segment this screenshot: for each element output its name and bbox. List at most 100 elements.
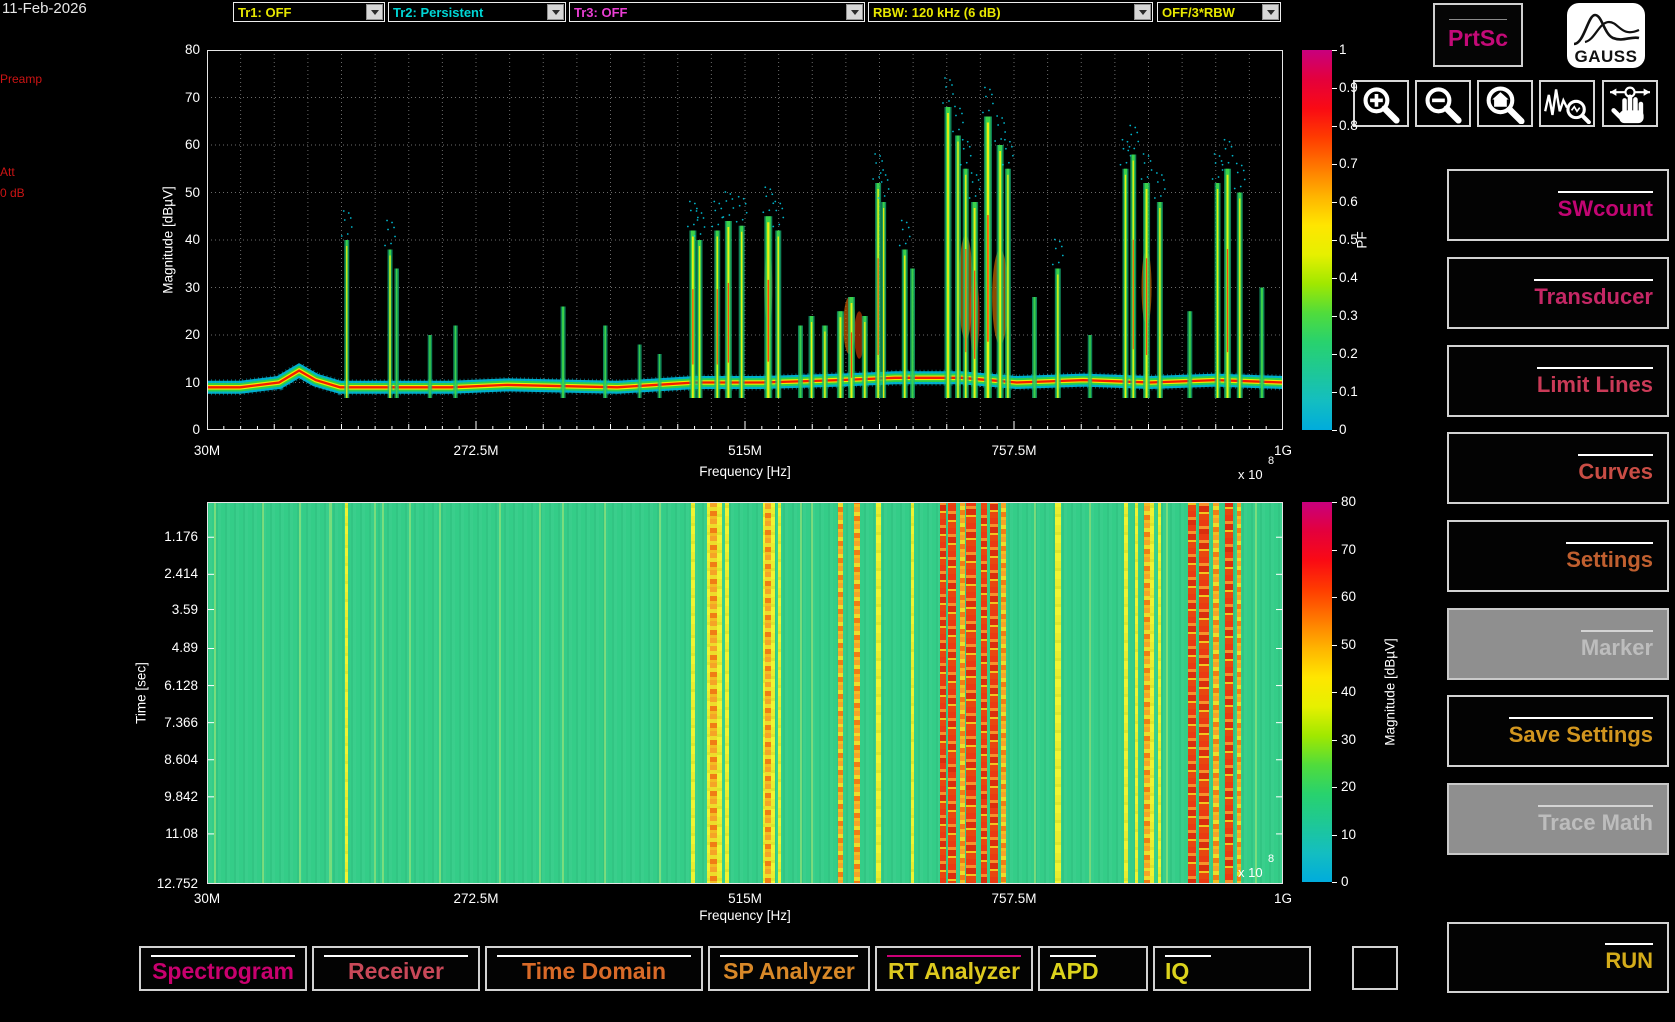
zoom-signal-icon bbox=[1543, 84, 1591, 124]
gauss-logo: GAUSS bbox=[1567, 3, 1645, 68]
trace1-dropdown-value: Tr1: OFF bbox=[234, 5, 366, 20]
x-tick-label: 757.5M bbox=[969, 891, 1059, 906]
y-tick-label: 20 bbox=[150, 327, 200, 342]
tab-label: APD bbox=[1050, 960, 1136, 983]
sidebar-button-trace-math: Trace Math bbox=[1447, 783, 1669, 855]
tab-iq[interactable]: IQ bbox=[1153, 946, 1311, 991]
time-tick-label: 9.842 bbox=[128, 789, 198, 804]
sidebar-button-swcount[interactable]: SWcount bbox=[1447, 169, 1669, 241]
persistence-spectrum-plot[interactable] bbox=[207, 50, 1283, 430]
colorbar-tick-label: 20 bbox=[1341, 779, 1356, 794]
x-tick-label: 30M bbox=[162, 443, 252, 458]
zoom-in-icon bbox=[1359, 84, 1403, 124]
colorbar-tick-label: 0 bbox=[1339, 422, 1347, 437]
zoom-signal-button[interactable] bbox=[1539, 80, 1595, 127]
tab-label: Time Domain bbox=[497, 960, 691, 983]
button-underline bbox=[1534, 279, 1653, 281]
x-tick-label: 757.5M bbox=[969, 443, 1059, 458]
trace1-dropdown[interactable]: Tr1: OFF bbox=[233, 2, 385, 22]
tab-sp-analyzer[interactable]: SP Analyzer bbox=[708, 946, 870, 991]
print-screen-label: PrtSc bbox=[1448, 25, 1508, 52]
dropdown-arrow-button[interactable] bbox=[846, 4, 863, 20]
y-tick-label: 70 bbox=[150, 90, 200, 105]
tab-time-domain[interactable]: Time Domain bbox=[485, 946, 703, 991]
print-screen-button[interactable]: PrtSc bbox=[1433, 3, 1523, 67]
tab-label: SP Analyzer bbox=[720, 960, 858, 983]
button-label: Marker bbox=[1581, 637, 1653, 659]
zoom-out-button[interactable] bbox=[1415, 80, 1471, 127]
button-inner: Curves bbox=[1578, 454, 1653, 483]
tab-apd[interactable]: APD bbox=[1038, 946, 1148, 991]
tab-underline bbox=[1165, 955, 1211, 957]
colorbar-tick-mark bbox=[1332, 740, 1337, 741]
dropdown-arrow-button[interactable] bbox=[1262, 4, 1279, 20]
colorbar-tick-label: 0.8 bbox=[1339, 118, 1358, 133]
app-window: 11-Feb-2026 Tr1: OFF Tr2: Persistent Tr3… bbox=[0, 0, 1675, 1022]
x-tick-label: 30M bbox=[162, 891, 252, 906]
colorbar-tick-label: 0.2 bbox=[1339, 346, 1358, 361]
colorbar-tick-label: 40 bbox=[1341, 684, 1356, 699]
tab-label: Spectrogram bbox=[151, 960, 295, 983]
colorbar-tick-label: 0.3 bbox=[1339, 308, 1358, 323]
dropdown-arrow-button[interactable] bbox=[1134, 4, 1151, 20]
button-label: SWcount bbox=[1558, 198, 1653, 220]
sidebar-button-curves[interactable]: Curves bbox=[1447, 432, 1669, 504]
button-inner: Marker bbox=[1581, 630, 1653, 659]
sidebar-button-settings[interactable]: Settings bbox=[1447, 520, 1669, 592]
spectrogram-plot[interactable] bbox=[207, 502, 1283, 884]
gauss-curves-icon bbox=[1571, 8, 1641, 48]
sidebar-button-save-settings[interactable]: Save Settings bbox=[1447, 695, 1669, 767]
x-tick-label: 1G bbox=[1238, 891, 1328, 906]
x-tick-label: 515M bbox=[700, 443, 790, 458]
time-tick-label: 4.89 bbox=[128, 640, 198, 655]
colorbar-tick-mark bbox=[1332, 787, 1337, 788]
time-tick-label: 8.604 bbox=[128, 752, 198, 767]
time-axis-title: Time [sec] bbox=[134, 662, 149, 724]
spectrogram-frame bbox=[207, 502, 1283, 884]
tab-receiver[interactable]: Receiver bbox=[312, 946, 480, 991]
pf-colorbar bbox=[1302, 50, 1332, 430]
pan-button[interactable] bbox=[1602, 80, 1658, 127]
zoom-in-button[interactable] bbox=[1353, 80, 1409, 127]
x-tick-label: 515M bbox=[700, 891, 790, 906]
detector-dropdown[interactable]: OFF/3*RBW bbox=[1157, 2, 1281, 22]
colorbar-tick-label: 0.6 bbox=[1339, 194, 1358, 209]
tab-spectrogram[interactable]: Spectrogram bbox=[139, 946, 307, 991]
trace2-dropdown[interactable]: Tr2: Persistent bbox=[388, 2, 566, 22]
x-exponent-sup: 8 bbox=[1268, 853, 1274, 865]
run-button[interactable]: RUN bbox=[1447, 922, 1669, 993]
dropdown-arrow-button[interactable] bbox=[366, 4, 383, 20]
colorbar-tick-mark bbox=[1332, 88, 1337, 89]
colorbar-tick-label: 0.7 bbox=[1339, 156, 1358, 171]
zoom-home-button[interactable] bbox=[1477, 80, 1533, 127]
time-tick-label: 1.176 bbox=[128, 529, 198, 544]
empty-tab-stub[interactable] bbox=[1352, 946, 1398, 990]
y-tick-label: 0 bbox=[150, 422, 200, 437]
status-note: Att bbox=[0, 165, 15, 179]
dropdown-arrow-button[interactable] bbox=[547, 4, 564, 20]
gauss-logo-text: GAUSS bbox=[1575, 48, 1638, 65]
button-label: Trace Math bbox=[1538, 812, 1653, 834]
button-label: Transducer bbox=[1534, 286, 1653, 308]
colorbar-title: PF bbox=[1355, 231, 1370, 248]
button-inner: SWcount bbox=[1558, 191, 1653, 220]
colorbar-tick-label: 50 bbox=[1341, 637, 1356, 652]
tab-rt-analyzer[interactable]: RT Analyzer bbox=[875, 946, 1033, 991]
colorbar-tick-label: 60 bbox=[1341, 589, 1356, 604]
button-underline bbox=[1537, 367, 1653, 369]
sidebar-button-transducer[interactable]: Transducer bbox=[1447, 257, 1669, 329]
x-axis-title: Frequency [Hz] bbox=[685, 908, 805, 923]
chevron-down-icon bbox=[851, 10, 859, 15]
colorbar-tick-mark bbox=[1332, 835, 1337, 836]
colorbar-tick-mark bbox=[1332, 202, 1337, 203]
x-tick-label: 272.5M bbox=[431, 443, 521, 458]
x-exponent-sup: 8 bbox=[1268, 455, 1274, 467]
rbw-dropdown[interactable]: RBW: 120 kHz (6 dB) bbox=[868, 2, 1153, 22]
colorbar-tick-mark bbox=[1332, 597, 1337, 598]
detector-dropdown-value: OFF/3*RBW bbox=[1158, 5, 1262, 20]
sidebar-button-limit-lines[interactable]: Limit Lines bbox=[1447, 345, 1669, 417]
tab-underline bbox=[720, 955, 858, 957]
trace3-dropdown[interactable]: Tr3: OFF bbox=[569, 2, 865, 22]
button-underline bbox=[1449, 19, 1507, 20]
colorbar-tick-mark bbox=[1332, 240, 1337, 241]
